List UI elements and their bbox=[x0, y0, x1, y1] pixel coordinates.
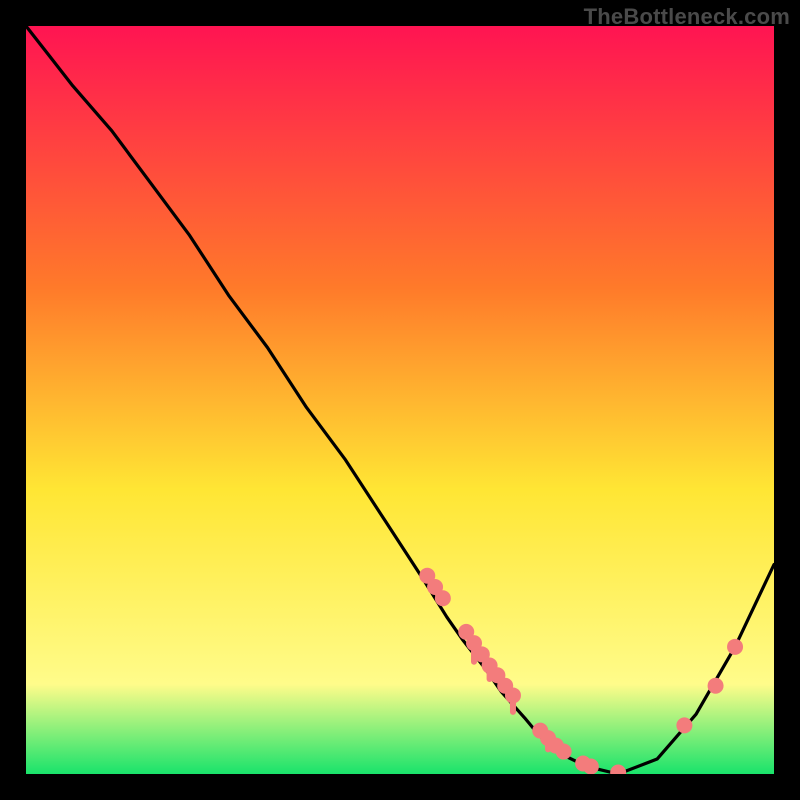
marker-dot bbox=[435, 590, 451, 606]
marker-dot bbox=[583, 759, 599, 774]
bottleneck-chart bbox=[26, 26, 774, 774]
marker-dot bbox=[556, 744, 572, 760]
chart-frame bbox=[26, 26, 774, 774]
marker-dot bbox=[676, 717, 692, 733]
marker-dot bbox=[727, 639, 743, 655]
marker-dot bbox=[708, 678, 724, 694]
watermark-text: TheBottleneck.com bbox=[584, 4, 790, 30]
gradient-background bbox=[26, 26, 774, 774]
marker-dot bbox=[505, 687, 521, 703]
